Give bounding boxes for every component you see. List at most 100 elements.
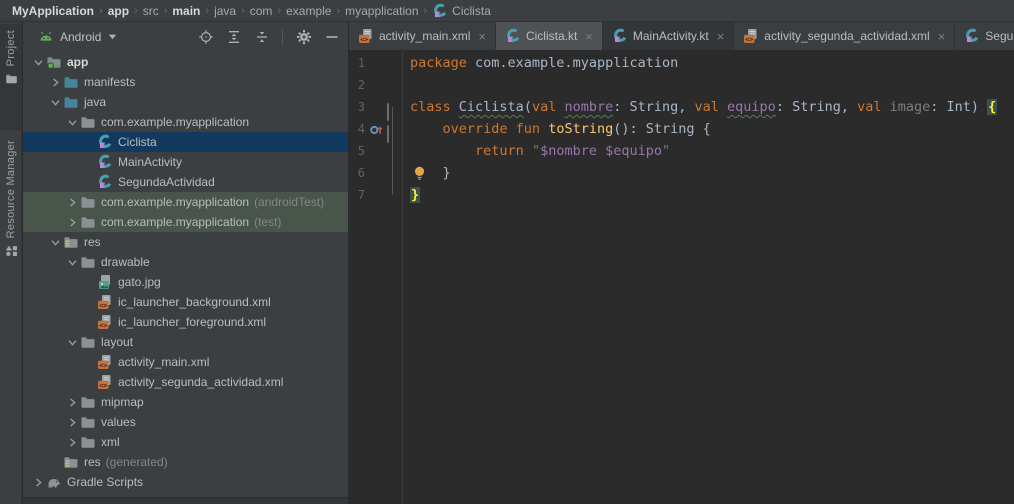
locate-button[interactable] (197, 29, 214, 46)
tree-row-com-example-myapplication[interactable]: com.example.myapplication(androidTest) (23, 192, 348, 212)
tree-row-com-example-myapplication[interactable]: com.example.myapplication (23, 112, 348, 132)
tab-close-icon[interactable]: × (585, 30, 593, 43)
code-token: nombre (564, 99, 613, 115)
breadcrumb-item[interactable]: myapplication (345, 4, 418, 18)
tree-row-activity-main-xml[interactable]: <>activity_main.xml (23, 352, 348, 372)
code-token: { (987, 99, 997, 115)
chevron-down-icon[interactable] (48, 95, 62, 109)
tree-row-mainactivity[interactable]: MainActivity (23, 152, 348, 172)
hide-button[interactable] (323, 29, 340, 46)
line-number: 5 (349, 140, 365, 162)
collapse-all-button[interactable] (253, 29, 270, 46)
editor-tab-mainactivity-kt[interactable]: MainActivity.kt× (603, 22, 734, 50)
code-text: } (403, 184, 1014, 206)
code-line-4[interactable]: 4 override fun toString(): String { (349, 118, 1014, 140)
editor-tab-segundaactividad-kt[interactable]: SegundaActividad.kt (955, 22, 1014, 50)
breadcrumb-item-label: MyApplication (12, 4, 94, 18)
folder-grey-icon (80, 414, 96, 430)
settings-button[interactable] (295, 29, 312, 46)
folder-grey-icon (80, 394, 96, 410)
tree-row-mipmap[interactable]: mipmap (23, 392, 348, 412)
code-line-6[interactable]: 6 } (349, 162, 1014, 184)
tab-close-icon[interactable]: × (938, 30, 946, 43)
code-line-2[interactable]: 2 (349, 74, 1014, 96)
tree-row-layout[interactable]: layout (23, 332, 348, 352)
chevron-right-icon[interactable] (65, 415, 79, 429)
editor-tab-activity-main-xml[interactable]: <>activity_main.xml× (349, 22, 496, 50)
tab-close-icon[interactable]: × (717, 30, 725, 43)
tree-row-app[interactable]: app (23, 52, 348, 72)
tree-row-res[interactable]: res(generated) (23, 452, 348, 472)
code-editor[interactable]: 1package com.example.myapplication23clas… (349, 51, 1014, 504)
folder-package-icon (80, 194, 96, 210)
breadcrumb-separator: › (205, 5, 209, 17)
tree-row-gato-jpg[interactable]: gato.jpg (23, 272, 348, 292)
chevron-down-icon[interactable] (65, 115, 79, 129)
arrow-spacer (82, 135, 96, 149)
stripe-button-label: Project (5, 30, 17, 66)
code-token: toString (548, 121, 613, 137)
tree-item-label: java (84, 95, 106, 109)
breadcrumb-item-label: example (286, 4, 331, 18)
breadcrumb-item[interactable]: src (143, 4, 159, 18)
tree-row-activity-segunda-actividad-xml[interactable]: <>activity_segunda_actividad.xml (23, 372, 348, 392)
tree-row-ciclista[interactable]: Ciclista (23, 132, 348, 152)
breadcrumb-item[interactable]: java (214, 4, 236, 18)
tree-row-ic-launcher-background-xml[interactable]: <>ic_launcher_background.xml (23, 292, 348, 312)
tree-row-java[interactable]: java (23, 92, 348, 112)
tree-row-res[interactable]: res (23, 232, 348, 252)
tree-row-manifests[interactable]: manifests (23, 72, 348, 92)
expand-all-button[interactable] (225, 29, 242, 46)
breadcrumb: MyApplication›app›src›main›java›com›exam… (0, 0, 1014, 22)
intention-bulb-icon[interactable] (413, 166, 426, 181)
breadcrumb-item[interactable]: MyApplication (12, 4, 94, 18)
tree-row-segundaactividad[interactable]: SegundaActividad (23, 172, 348, 192)
chevron-right-icon[interactable] (65, 195, 79, 209)
chevron-right-icon[interactable] (31, 475, 45, 489)
breadcrumb-item[interactable]: com (250, 4, 273, 18)
folder-app-icon (46, 54, 62, 70)
code-line-7[interactable]: 7} (349, 184, 1014, 206)
status-bar-strip (23, 497, 348, 504)
tree-row-drawable[interactable]: drawable (23, 252, 348, 272)
chevron-right-icon[interactable] (65, 215, 79, 229)
gutter-cell: 7 (349, 184, 403, 206)
code-token: : String, (776, 99, 857, 115)
code-token: val (532, 99, 565, 115)
tree-row-xml[interactable]: xml (23, 432, 348, 452)
chevron-down-icon[interactable] (65, 335, 79, 349)
breadcrumb-item[interactable]: Ciclista (432, 3, 491, 19)
project-folder-icon (5, 72, 18, 85)
breadcrumb-item-label: app (108, 4, 129, 18)
code-line-5[interactable]: 5 return "$nombre $equipo" (349, 140, 1014, 162)
chevron-down-icon[interactable] (48, 235, 62, 249)
code-line-3[interactable]: 3class Ciclista(val nombre: String, val … (349, 96, 1014, 118)
tree-row-values[interactable]: values (23, 412, 348, 432)
xml-file-icon: <> (97, 354, 113, 370)
panel-editor-divider[interactable] (348, 22, 349, 504)
chevron-down-icon (107, 28, 118, 46)
chevron-down-icon[interactable] (31, 55, 45, 69)
tree-row-com-example-myapplication[interactable]: com.example.myapplication(test) (23, 212, 348, 232)
tree-row-gradle-scripts[interactable]: Gradle Scripts (23, 472, 348, 492)
code-text: package com.example.myapplication (403, 52, 1014, 74)
chevron-down-icon[interactable] (65, 255, 79, 269)
tree-item-label: Ciclista (118, 135, 157, 149)
tree-row-ic-launcher-foreground-xml[interactable]: <>ic_launcher_foreground.xml (23, 312, 348, 332)
code-line-1[interactable]: 1package com.example.myapplication (349, 52, 1014, 74)
breadcrumb-item-label: java (214, 4, 236, 18)
chevron-right-icon[interactable] (48, 75, 62, 89)
folder-grey-icon (80, 334, 96, 350)
stripe-button-resource-manager[interactable]: Resource Manager (0, 134, 22, 282)
stripe-button-project[interactable]: Project (0, 24, 22, 130)
project-view-selector[interactable]: Android (37, 28, 118, 46)
chevron-right-icon[interactable] (65, 435, 79, 449)
breadcrumb-item[interactable]: main (172, 4, 200, 18)
breadcrumb-item[interactable]: example (286, 4, 331, 18)
editor-tab-activity-segunda-actividad-xml[interactable]: <>activity_segunda_actividad.xml× (734, 22, 955, 50)
breadcrumb-item[interactable]: app (108, 4, 129, 18)
tree-item-label: com.example.myapplication (101, 115, 249, 129)
tab-close-icon[interactable]: × (478, 30, 486, 43)
chevron-right-icon[interactable] (65, 395, 79, 409)
editor-tab-ciclista-kt[interactable]: Ciclista.kt× (496, 22, 603, 50)
